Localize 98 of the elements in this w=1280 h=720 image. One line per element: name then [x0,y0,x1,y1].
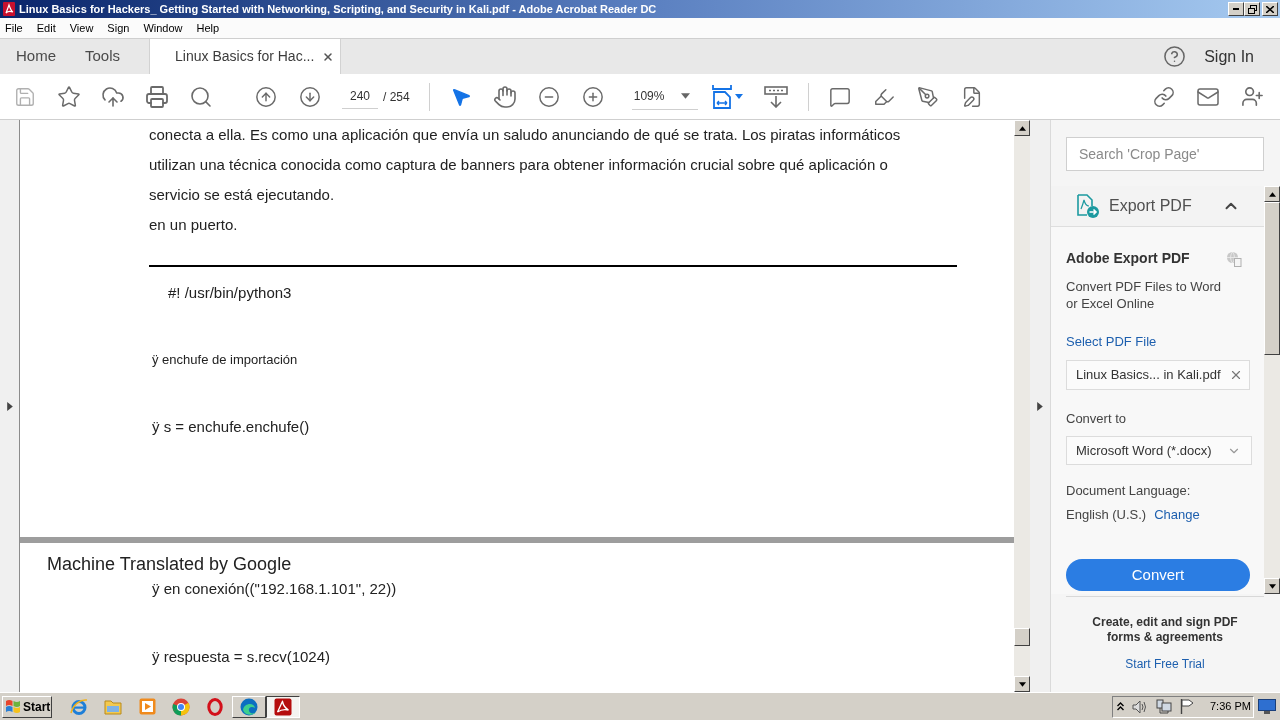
code-line: #! /usr/bin/python3 [168,283,292,303]
star-icon [57,84,81,109]
paragraph-text: en un puerto. [148,215,238,235]
clock-text: 7:36 PM [1210,699,1251,715]
export-pdf-icon [1077,194,1099,218]
arrow-up-circle-icon [255,85,277,108]
scroll-down-button[interactable] [1264,578,1280,594]
format-dropdown[interactable]: Microsoft Word (*.docx) [1066,436,1252,465]
minimize-icon [1233,8,1239,10]
scroll-up-button[interactable] [1014,120,1030,136]
pdf-app-icon [3,2,15,16]
zoom-dropdown[interactable]: 109% [631,83,698,110]
minimize-button[interactable] [1228,2,1244,16]
select-pdf-file-link[interactable]: Select PDF File [1066,332,1157,352]
triangle-up-icon [1018,125,1026,131]
arrow-down-circle-icon [299,85,321,108]
flag-icon [1180,699,1194,714]
show-desktop-button[interactable] [1258,699,1276,714]
triangle-up-icon [1268,191,1276,197]
help-button[interactable] [1163,45,1187,68]
plus-circle-icon [581,85,604,108]
ie-browser-icon [70,697,88,716]
menu-item[interactable]: Window [142,19,184,37]
windows-logo-icon [5,699,21,714]
file-name-text: Linux Basics... in Kali.pdf [1076,365,1221,384]
save-icon [14,85,36,108]
language-label: Document Language: [1066,482,1191,500]
folder-icon [104,698,122,715]
page-count-text: / 254 [383,88,410,106]
minus-circle-icon [537,85,560,108]
caret-right-icon [6,401,13,411]
search-icon [189,84,213,109]
edge-browser-icon [240,697,258,716]
promo-text: Create, edit and sign PDF forms & agreements [1091,615,1239,645]
help-icon [1163,45,1187,68]
caret-right-icon [1037,401,1043,411]
close-icon [1266,5,1274,13]
code-line: ÿ enchufe de importación [152,351,298,369]
panel-heading: Adobe Export PDF [1066,249,1190,268]
nav-tab[interactable]: Tools [85,39,121,74]
caret-down-icon [680,93,690,99]
change-link[interactable]: Change [1154,504,1200,524]
taskbar-app-button[interactable] [266,695,300,718]
add-user-icon [1240,85,1264,108]
scrollbar-track[interactable] [1264,186,1280,594]
acrobat-reader-icon [274,697,292,716]
menu-item[interactable]: Edit [35,19,57,37]
fit-width-icon [711,84,732,109]
scroll-up-button[interactable] [1264,186,1280,202]
convert-button[interactable]: Convert [1066,559,1250,591]
link-icon [1153,85,1175,108]
box-arrow-down-icon [763,85,788,108]
scroll-down-button[interactable] [1014,676,1030,692]
monitor-icon [1258,699,1276,714]
double-chevron-up-icon [1117,702,1124,711]
restore-icon [1247,4,1257,14]
network-icon [1156,699,1172,714]
close-tab-button[interactable] [322,50,335,63]
pen-nib-icon [916,85,939,108]
triangle-down-icon [1268,583,1276,589]
hand-icon [492,84,517,109]
window-title: Linux Basics for Hackers_ Getting Started with Networking, Scripting, and Security in Kali.pdf - Adobe Acrobat Reader DC [19,1,657,17]
menu-item[interactable]: Sign [106,19,131,37]
file-field[interactable]: Linux Basics... in Kali.pdf [1066,359,1250,390]
convert-to-label: Convert to [1066,409,1126,428]
search-field[interactable]: Search 'Crop Page' [1066,137,1264,171]
opera-browser-icon [207,697,223,716]
media-player-icon [138,698,156,715]
globe-document-icon [1226,250,1242,267]
page-header-text: Machine Translated by Google [47,553,292,575]
restore-button[interactable] [1244,2,1260,16]
scrollbar-thumb[interactable] [1264,202,1280,355]
menu-item[interactable]: Help [195,19,221,37]
comment-icon [828,85,851,108]
code-line: ÿ s = enchufe.enchufe() [152,417,310,437]
printer-icon [145,84,169,109]
start-button[interactable]: Start [2,695,52,718]
code-line: ÿ en conexión(("192.168.1.101", 22)) [152,579,397,599]
scrollbar-track[interactable] [1014,120,1030,692]
start-free-trial-link[interactable]: Start Free Trial [1125,655,1205,673]
scrollbar-thumb[interactable] [1014,628,1030,646]
export-pdf-header[interactable]: Export PDF [1051,186,1264,227]
close-button[interactable] [1262,2,1278,16]
close-icon [322,50,335,63]
triangle-down-icon [1018,681,1026,687]
code-line: ÿ respuesta = s.recv(1024) [152,647,330,667]
language-text: English (U.S.) [1066,505,1147,524]
nav-tab[interactable]: Home [16,39,56,74]
cloud-upload-icon [101,84,125,109]
sign-in-button[interactable]: Sign In [1204,44,1254,69]
panel-description: Convert PDF Files to Word or Excel Online [1066,278,1223,312]
speaker-icon [1132,699,1148,714]
chrome-browser-icon [172,697,190,716]
menu-item[interactable]: View [68,19,95,37]
caret-down-icon [734,94,743,99]
document-tab[interactable]: Linux Basics for Hac... [149,39,342,74]
menu-item[interactable]: File [4,19,24,37]
paragraph-text: conecta a ella. Es como una aplicación que envía un saludo anunciando de qué se trata. Los piratas informáticos utilizan una técnica conocida como captura de banners para obtener información crucial sobre qué aplicación o servicio se está ejecutando. [148,125,901,205]
